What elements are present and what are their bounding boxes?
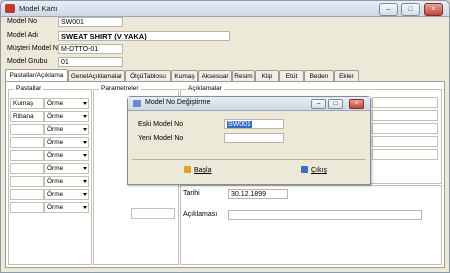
- pastal-type-value: Örme: [47, 126, 64, 133]
- pastal-type-dropdown[interactable]: Örme: [44, 202, 89, 213]
- pastal-type-value: Örme: [47, 165, 64, 172]
- chevron-down-icon: [83, 193, 87, 196]
- pastal-type-dropdown[interactable]: Örme: [44, 176, 89, 187]
- model-adi-label: Model Adı: [7, 32, 39, 39]
- tab-olcu-tablosu[interactable]: ÖlçüTablosu: [125, 70, 171, 81]
- tab-beden[interactable]: Beden: [304, 70, 334, 81]
- tarih-field[interactable]: 30.12.1899: [228, 189, 288, 199]
- basla-button[interactable]: Başla: [184, 164, 212, 178]
- musteri-model-no-field[interactable]: M-DTTO-01: [58, 44, 123, 54]
- chevron-down-icon: [83, 154, 87, 157]
- dialog-separator: [132, 159, 366, 160]
- model-no-label: Model No: [7, 18, 37, 25]
- pastal-type-dropdown[interactable]: Örme: [44, 150, 89, 161]
- minimize-button[interactable]: –: [379, 3, 398, 16]
- eski-model-no-field[interactable]: SW001: [224, 119, 284, 129]
- tab-ekler[interactable]: Ekler: [334, 70, 359, 81]
- model-adi-field[interactable]: SWEAT SHIRT (V YAKA): [58, 31, 230, 41]
- cikis-label: Çıkış: [311, 167, 327, 174]
- pastal-name-cell[interactable]: Kumaş: [10, 98, 44, 109]
- pastal-name-cell[interactable]: [10, 189, 44, 200]
- chevron-down-icon: [83, 180, 87, 183]
- pastallar-title: Pastallar: [14, 85, 44, 92]
- pastal-type-value: Örme: [47, 139, 64, 146]
- dialog-icon: [133, 100, 141, 107]
- eski-model-no-label: Eski Model No: [138, 121, 184, 128]
- aciklama-field[interactable]: [372, 97, 438, 108]
- tab-genel-aciklamalar[interactable]: GenelAçıklamalar: [68, 70, 125, 81]
- dialog-title-bar: Model No Değiştirme – □ ×: [128, 97, 370, 111]
- pastal-type-value: Örme: [47, 113, 64, 120]
- yeni-model-no-label: Yeni Model No: [138, 135, 184, 142]
- pastal-name-cell[interactable]: Ribana: [10, 111, 44, 122]
- close-button[interactable]: ×: [424, 3, 443, 16]
- tab-pastallar-aciklama[interactable]: Pastallar/Açıklama: [5, 69, 68, 81]
- aciklama-field[interactable]: [372, 110, 438, 121]
- parametreler-title: Parametreler: [99, 85, 141, 92]
- pastal-name-cell[interactable]: [10, 150, 44, 161]
- tarih-group: [180, 185, 442, 265]
- chevron-down-icon: [83, 141, 87, 144]
- eski-model-no-value: SW001: [227, 121, 252, 128]
- pastal-type-dropdown[interactable]: Örme: [44, 98, 89, 109]
- pastal-type-dropdown[interactable]: Örme: [44, 124, 89, 135]
- maximize-button[interactable]: □: [401, 3, 420, 16]
- pastal-type-value: Örme: [47, 178, 64, 185]
- parametre-field[interactable]: [131, 208, 175, 219]
- exit-icon: [301, 166, 308, 173]
- app-icon: [5, 4, 15, 13]
- yeni-model-no-field[interactable]: [224, 133, 284, 143]
- tab-kumas[interactable]: Kumaş: [171, 70, 198, 81]
- chevron-down-icon: [83, 167, 87, 170]
- pastal-name-cell[interactable]: [10, 124, 44, 135]
- pastal-name-cell[interactable]: [10, 163, 44, 174]
- aciklama-field[interactable]: [372, 123, 438, 134]
- aciklama-field[interactable]: [372, 149, 438, 160]
- chevron-down-icon: [83, 206, 87, 209]
- pastal-type-dropdown[interactable]: Örme: [44, 189, 89, 200]
- hand-pointer-icon: [184, 166, 191, 173]
- basla-label: Başla: [194, 167, 212, 174]
- window-title: Model Kartı: [19, 4, 58, 13]
- pastal-name-cell[interactable]: [10, 137, 44, 148]
- chevron-down-icon: [83, 102, 87, 105]
- musteri-model-no-label: Müşteri Model No: [7, 45, 62, 52]
- pastal-type-value: Örme: [47, 191, 64, 198]
- aciklama-field[interactable]: [372, 136, 438, 147]
- tab-etut[interactable]: Etüt: [279, 70, 304, 81]
- aciklamasi-label: Açıklaması: [183, 211, 218, 218]
- model-grubu-field[interactable]: 01: [58, 57, 123, 67]
- tab-klip[interactable]: Klip: [255, 70, 279, 81]
- tab-aksesuar[interactable]: Aksesuar: [198, 70, 232, 81]
- chevron-down-icon: [83, 115, 87, 118]
- model-no-degistirme-dialog: Model No Değiştirme – □ × Eski Model No …: [127, 96, 371, 185]
- pastal-type-dropdown[interactable]: Örme: [44, 137, 89, 148]
- pastal-name-cell[interactable]: [10, 176, 44, 187]
- aciklamalar-title: Açıklamalar: [186, 85, 224, 92]
- aciklamasi-field[interactable]: [228, 210, 422, 220]
- pastal-type-dropdown[interactable]: Örme: [44, 111, 89, 122]
- pastal-type-value: Örme: [47, 100, 64, 107]
- dialog-title: Model No Değiştirme: [145, 99, 211, 106]
- dialog-close-button[interactable]: ×: [349, 99, 364, 109]
- model-no-field[interactable]: SW001: [58, 17, 123, 27]
- dialog-maximize-button[interactable]: □: [328, 99, 343, 109]
- chevron-down-icon: [83, 128, 87, 131]
- cikis-button[interactable]: Çıkış: [301, 164, 327, 178]
- title-bar: Model Kartı – □ ×: [1, 1, 449, 17]
- pastal-name-cell[interactable]: [10, 202, 44, 213]
- pastal-type-dropdown[interactable]: Örme: [44, 163, 89, 174]
- model-grubu-label: Model Grubu: [7, 58, 48, 65]
- tab-resim[interactable]: Resim: [232, 70, 255, 81]
- pastal-type-value: Örme: [47, 152, 64, 159]
- dialog-minimize-button[interactable]: –: [311, 99, 326, 109]
- pastal-type-value: Örme: [47, 204, 64, 211]
- tarih-label: Tarihi: [183, 190, 200, 197]
